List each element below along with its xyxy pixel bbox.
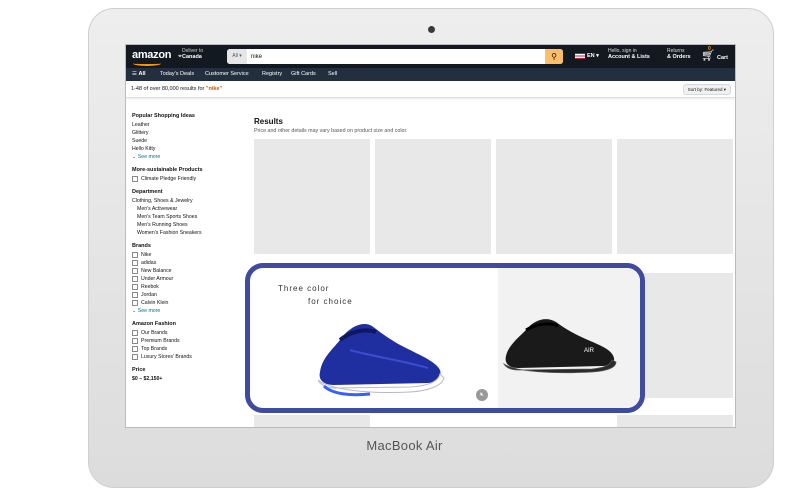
deliver-country: Canada (182, 54, 202, 60)
language-selector[interactable]: EN ▾ (587, 53, 599, 59)
product-card[interactable] (254, 139, 370, 254)
ad-tagline-line1: Three color (278, 284, 330, 293)
checkbox-icon (132, 175, 138, 182)
checkbox-icon (132, 291, 138, 298)
cart-label[interactable]: Cart (717, 55, 728, 61)
brand-checkbox[interactable]: adidas (132, 259, 242, 267)
deliver-to[interactable]: Deliver to Canada (182, 48, 203, 60)
search-category-dropdown[interactable]: All ▾ (227, 49, 247, 64)
nav-sell[interactable]: Sell (328, 71, 337, 77)
filter-link[interactable]: Clothing, Shoes & Jewelry (132, 197, 242, 205)
filter-link[interactable]: Women's Fashion Sneakers (132, 229, 242, 237)
filter-link[interactable]: Men's Running Shoes (132, 221, 242, 229)
shoe-air-logo: AIR (584, 348, 595, 354)
amazon-navbar: amazon ⌖ Deliver to Canada All ▾ ⚲ EN ▾ … (126, 45, 735, 68)
fashion-checkbox[interactable]: Top Brands (132, 345, 242, 353)
account-lists[interactable]: Hello, sign in Account & Lists (608, 48, 650, 60)
account-label: Account & Lists (608, 54, 650, 60)
filter-heading: Department (132, 189, 163, 195)
product-card[interactable] (375, 139, 491, 254)
menu-all[interactable]: ☰ All (132, 71, 146, 77)
product-card[interactable] (617, 139, 733, 254)
nav-customer-service[interactable]: Customer Service (205, 71, 249, 77)
device-label: MacBook Air (366, 438, 443, 453)
filter-sidebar: Popular Shopping Ideas Leather Glittery … (132, 113, 242, 383)
checkbox-icon (132, 353, 138, 360)
filter-heading: Brands (132, 243, 151, 249)
nav-gift-cards[interactable]: Gift Cards (291, 71, 316, 77)
results-subtitle: Price and other details may vary based o… (254, 128, 408, 134)
filter-link[interactable]: Hello Kitty (132, 145, 242, 153)
checkbox-icon (132, 329, 138, 336)
results-title: Results (254, 117, 283, 126)
sponsored-video-ad[interactable]: Three color for choice AIR 🔇︎ (245, 263, 645, 413)
amazon-logo[interactable]: amazon (132, 49, 171, 61)
filter-checkbox[interactable]: Climate Pledge Friendly (132, 175, 242, 183)
mute-icon[interactable]: 🔇︎ (476, 389, 488, 401)
brand-checkbox[interactable]: Reebok (132, 283, 242, 291)
nav-registry[interactable]: Registry (262, 71, 282, 77)
checkbox-icon (132, 259, 138, 266)
fashion-checkbox[interactable]: Luxury Stores' Brands (132, 353, 242, 361)
browser-screen: amazon ⌖ Deliver to Canada All ▾ ⚲ EN ▾ … (125, 44, 736, 428)
blue-sneaker-image (317, 323, 445, 397)
search-button[interactable]: ⚲ (545, 49, 563, 64)
filter-heading: Amazon Fashion (132, 321, 177, 327)
logo-smile-icon (133, 61, 161, 66)
orders-label: & Orders (667, 54, 691, 60)
results-count: 1-48 of over 80,000 results for "nike" (131, 86, 223, 92)
brand-checkbox[interactable]: Calvin Klein (132, 299, 242, 307)
sort-dropdown[interactable]: Sort by: Featured ▾ (682, 84, 731, 95)
brand-checkbox[interactable]: Jordan (132, 291, 242, 299)
see-more-link[interactable]: ⌄ See more (132, 307, 242, 315)
cart-count: 0 (708, 46, 711, 52)
checkbox-icon (132, 345, 138, 352)
filter-link[interactable]: Glittery (132, 129, 242, 137)
filter-heading: Popular Shopping Ideas (132, 113, 195, 119)
filter-heading: Price (132, 367, 146, 373)
product-card[interactable] (254, 415, 370, 427)
price-range[interactable]: $0 – $2,150+ (132, 375, 242, 383)
filter-link[interactable]: Suede (132, 137, 242, 145)
sub-navigation: ☰ All Today's Deals Customer Service Reg… (126, 68, 735, 81)
product-card[interactable] (617, 415, 733, 427)
checkbox-icon (132, 337, 138, 344)
see-more-link[interactable]: ⌄ See more (132, 153, 242, 161)
checkbox-icon (132, 251, 138, 258)
fashion-checkbox[interactable]: Our Brands (132, 329, 242, 337)
fashion-checkbox[interactable]: Premium Brands (132, 337, 242, 345)
brand-checkbox[interactable]: Under Armour (132, 275, 242, 283)
search-bar: All ▾ ⚲ (227, 49, 563, 64)
filter-link[interactable]: Men's Activewear (132, 205, 242, 213)
results-info-bar: 1-48 of over 80,000 results for "nike" S… (126, 81, 735, 98)
checkbox-icon (132, 275, 138, 282)
brand-checkbox[interactable]: New Balance (132, 267, 242, 275)
results-query: "nike" (205, 86, 223, 92)
brand-checkbox[interactable]: Nike (132, 251, 242, 259)
product-card[interactable] (496, 139, 612, 254)
filter-heading: More-sustainable Products (132, 167, 203, 173)
search-input[interactable] (249, 49, 543, 64)
search-icon: ⚲ (551, 52, 557, 61)
checkbox-icon (132, 267, 138, 274)
ad-tagline-line2: for choice (308, 297, 353, 306)
nav-todays-deals[interactable]: Today's Deals (160, 71, 194, 77)
returns-orders[interactable]: Returns & Orders (667, 48, 691, 60)
filter-link[interactable]: Leather (132, 121, 242, 129)
filter-link[interactable]: Men's Team Sports Shoes (132, 213, 242, 221)
us-flag-icon[interactable] (575, 53, 585, 59)
checkbox-icon (132, 299, 138, 306)
black-sneaker-image: AIR (502, 319, 617, 374)
camera-icon (428, 26, 435, 33)
checkbox-icon (132, 283, 138, 290)
